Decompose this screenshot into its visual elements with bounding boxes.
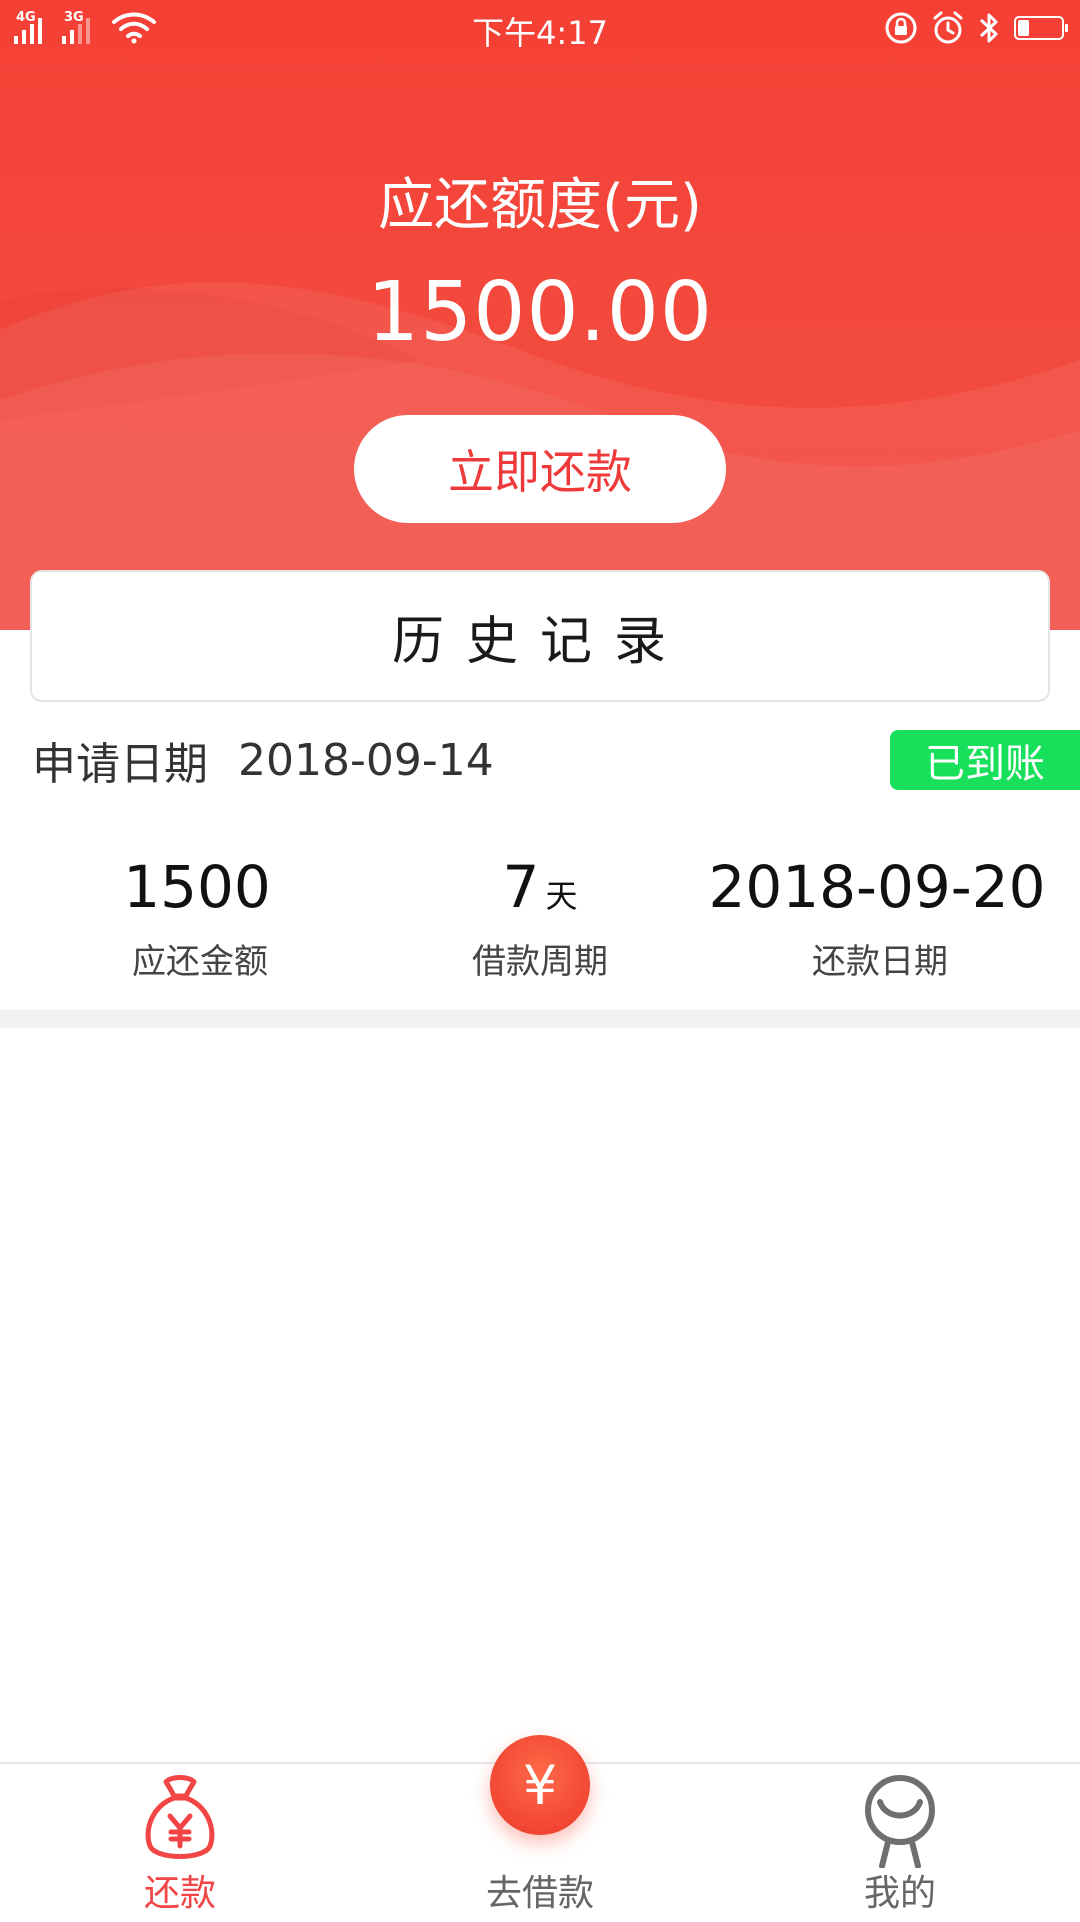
stat-due-date-label: 还款日期 bbox=[812, 942, 948, 982]
stat-amount-label: 应还金额 bbox=[132, 942, 268, 982]
battery-icon bbox=[1014, 16, 1068, 40]
bluetooth-icon bbox=[979, 13, 998, 43]
yuan-coin-icon: ¥ bbox=[522, 1753, 558, 1817]
page-title: 应还额度(元) bbox=[378, 173, 702, 238]
rotation-lock-icon bbox=[885, 12, 917, 44]
status-icons bbox=[884, 10, 1068, 46]
borrow-fab-button[interactable]: ¥ bbox=[490, 1735, 590, 1835]
loan-stats: 1500 应还金额 7天 借款周期 2018-09-20 还款日期 bbox=[0, 850, 1080, 983]
status-bar: 4G 3G 下午4:17 bbox=[0, 0, 1080, 56]
nav-tab-repay[interactable]: 还款 bbox=[70, 1764, 290, 1922]
nav-tab-mine[interactable]: 我的 bbox=[790, 1764, 1010, 1922]
stat-amount: 1500 应还金额 bbox=[20, 850, 380, 983]
section-divider bbox=[0, 1010, 1080, 1028]
stat-due-date: 2018-09-20 还款日期 bbox=[700, 850, 1060, 983]
stat-amount-value: 1500 bbox=[123, 853, 271, 921]
apply-date-row: 申请日期 2018-09-14 bbox=[32, 728, 494, 792]
repay-now-button[interactable]: 立即还款 bbox=[354, 415, 726, 523]
header-banner: 4G 3G 下午4:17 应还额度(元) 1500.00 立即还款 bbox=[0, 0, 1080, 630]
nav-label-repay: 还款 bbox=[143, 1873, 216, 1914]
nav-label-borrow: 去借款 bbox=[485, 1873, 594, 1914]
apply-date-value: 2018-09-14 bbox=[238, 734, 494, 786]
repay-amount: 1500.00 bbox=[366, 265, 714, 360]
stat-period: 7天 借款周期 bbox=[360, 850, 720, 983]
stat-due-date-value: 2018-09-20 bbox=[708, 853, 1046, 921]
alarm-icon bbox=[933, 11, 963, 44]
nav-label-mine: 我的 bbox=[863, 1873, 936, 1914]
stat-period-value: 7天 bbox=[502, 853, 578, 921]
profile-icon bbox=[865, 1775, 935, 1868]
status-badge: 已到账 bbox=[890, 730, 1080, 790]
history-records-button[interactable]: 历史记录 bbox=[30, 570, 1050, 702]
stat-period-label: 借款周期 bbox=[472, 942, 608, 982]
history-label: 历史记录 bbox=[391, 611, 688, 672]
money-bag-icon bbox=[145, 1775, 215, 1859]
apply-date-label: 申请日期 bbox=[32, 739, 208, 790]
